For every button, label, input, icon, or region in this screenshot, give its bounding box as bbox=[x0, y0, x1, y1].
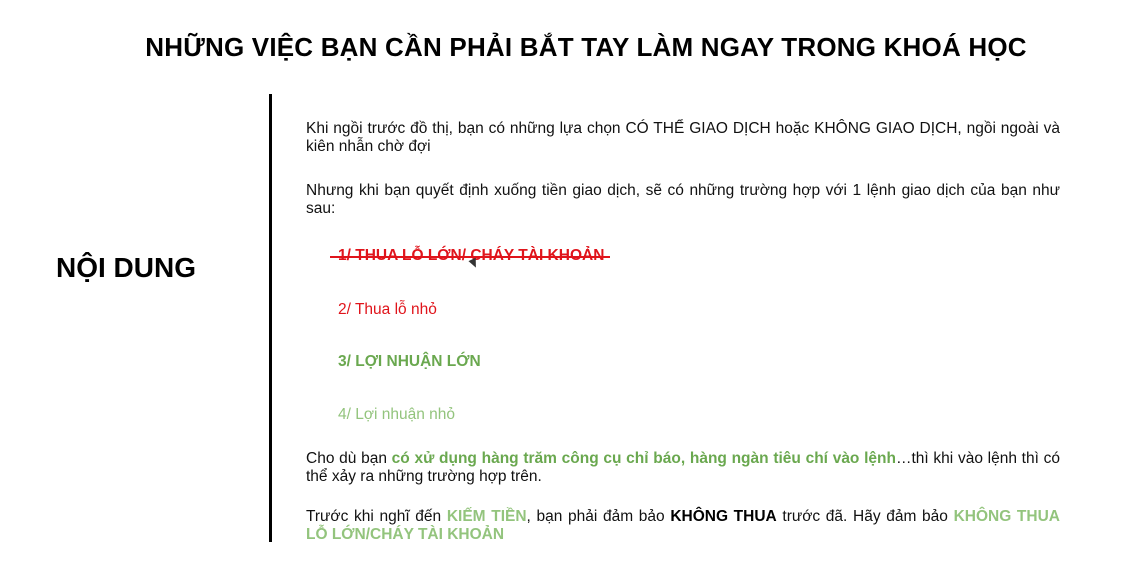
priority-part2: , bạn phải đảm bảo bbox=[526, 508, 671, 525]
section-label: NỘI DUNG bbox=[56, 252, 196, 283]
case-item-small-loss: 2/ Thua lỗ nhỏ bbox=[338, 301, 437, 318]
paragraph-tools-highlight: có xử dụng hàng trăm công cụ chỉ báo, hà… bbox=[391, 450, 896, 467]
priority-part3: trước đã. Hãy đảm bảo bbox=[776, 508, 954, 525]
paragraph-tools-before: Cho dù bạn bbox=[306, 450, 392, 467]
slide-title: NHỮNG VIỆC BẠN CẦN PHẢI BẮT TAY LÀM NGAY… bbox=[145, 32, 1027, 62]
paragraph-priority-note: Trước khi nghĩ đến KIẾM TIỀN, bạn phải đ… bbox=[306, 508, 1060, 544]
priority-bold-no-loss: KHÔNG THUA bbox=[670, 508, 777, 525]
case-item-big-profit: 3/ LỢI NHUẬN LỚN bbox=[338, 353, 481, 370]
paragraph-tools-note: Cho dù bạn có xử dụng hàng trăm công cụ … bbox=[306, 450, 1060, 486]
paragraph-trading-choice: Khi ngồi trước đồ thị, bạn có những lựa … bbox=[306, 120, 1060, 155]
vertical-divider bbox=[269, 94, 272, 542]
paragraph-trade-cases-intro: Nhưng khi bạn quyết định xuống tiền giao… bbox=[306, 182, 1060, 217]
case-item-small-profit: 4/ Lợi nhuận nhỏ bbox=[338, 406, 456, 423]
priority-part1: Trước khi nghĩ đến bbox=[306, 508, 447, 525]
priority-highlight-make-money: KIẾM TIỀN bbox=[446, 508, 527, 525]
